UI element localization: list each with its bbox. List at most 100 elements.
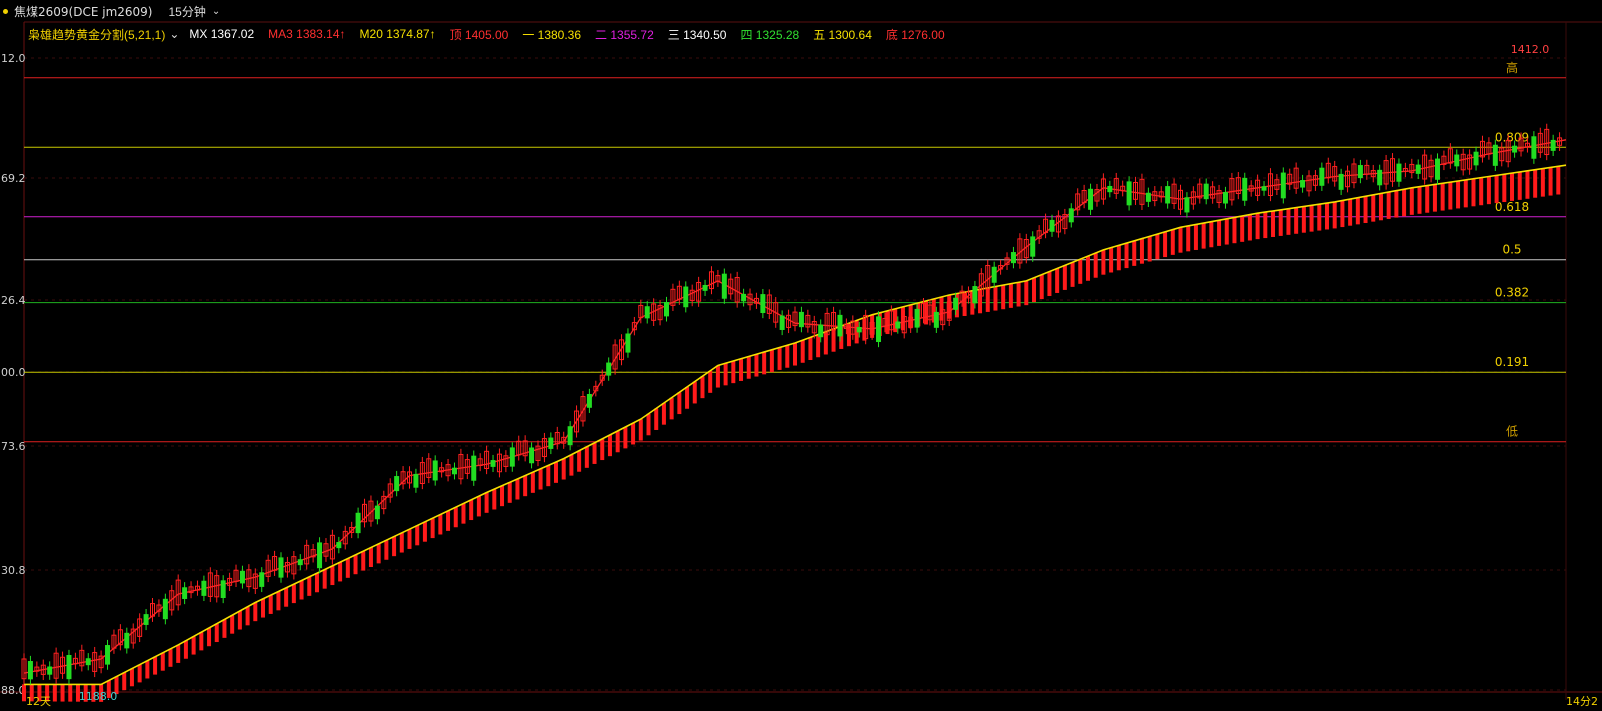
ribbon-bar <box>692 381 697 404</box>
ribbon-bar <box>1147 236 1152 262</box>
ribbon-bar <box>345 558 350 578</box>
ribbon-bar <box>384 540 389 560</box>
candle-body <box>1010 252 1016 264</box>
ribbon-bar <box>723 363 728 386</box>
ribbon-bar <box>1247 214 1252 241</box>
candle-body <box>336 542 342 549</box>
kline-chart[interactable]: 12.0 69.2 26.4 00.0 73.6 30.8 88.0 高 0.809 0.618 0… <box>0 0 1602 711</box>
candle-body <box>1550 139 1556 151</box>
ribbon-bar <box>577 450 582 472</box>
ribbon-bar <box>145 660 150 679</box>
candle-body <box>143 614 149 625</box>
ribbon-bar <box>1178 227 1183 253</box>
ribbon-bar <box>1432 184 1437 212</box>
ribbon-bar <box>623 427 628 449</box>
candle-body <box>1261 186 1267 191</box>
candle-body <box>1492 144 1498 166</box>
ribbon-bar <box>1170 229 1175 255</box>
candle-body <box>47 666 53 675</box>
ribbon-bar <box>207 627 212 647</box>
ribbon-bar <box>1032 277 1037 303</box>
ribbon-bar <box>1016 282 1021 307</box>
ribbon-bar <box>122 672 127 691</box>
ribbon-bar <box>52 684 57 702</box>
ribbon-bar <box>1548 167 1553 196</box>
ribbon-bar <box>507 482 512 503</box>
ribbon-bar <box>1409 187 1414 215</box>
candle-body <box>66 654 72 680</box>
bottom-right-label: 14分2 <box>1566 695 1598 708</box>
fib-level-label-4: 0.382 <box>1495 286 1529 300</box>
ribbon-bar <box>68 684 73 702</box>
candle-body <box>1280 172 1286 199</box>
ribbon-bar <box>492 489 497 510</box>
candle-body <box>1319 167 1325 186</box>
ribbon-bar <box>785 345 790 368</box>
ribbon-bar <box>731 361 736 384</box>
candle-body <box>953 297 959 310</box>
candle-body <box>1396 163 1402 182</box>
candle-body <box>1068 208 1074 223</box>
candle-body <box>991 266 997 283</box>
ribbon-bar <box>553 462 558 483</box>
candle-body <box>27 661 33 680</box>
ribbon-bar <box>1371 194 1376 222</box>
ribbon-bar <box>1456 181 1461 209</box>
ribbon-bar <box>153 656 158 675</box>
ribbon-bar <box>715 365 720 388</box>
ribbon-bar <box>569 454 574 476</box>
ribbon-bar <box>1139 238 1144 264</box>
low-price-label: 1188.0 <box>79 690 118 703</box>
candle-body <box>1030 236 1036 257</box>
ribbon-bar <box>1055 268 1060 293</box>
fib-level-label-3: 0.5 <box>1502 243 1521 257</box>
ribbon-bar <box>592 442 597 464</box>
ribbon-bar <box>168 648 173 667</box>
ribbon-bar <box>137 664 142 683</box>
ribbon-bar <box>176 644 181 663</box>
ribbon-bar <box>1101 249 1106 275</box>
candle-body <box>317 542 323 569</box>
ribbon-bar <box>1510 173 1515 201</box>
ribbon-bar <box>407 529 412 549</box>
ribbon-bar <box>183 640 188 659</box>
ribbon-bar <box>322 569 327 589</box>
ribbon-bar <box>1001 285 1006 310</box>
y-axis-label-5: 30.8 <box>1 564 26 577</box>
ribbon-bar <box>700 376 705 399</box>
ribbon-bar <box>638 419 643 441</box>
ribbon-bar <box>361 551 366 571</box>
ribbon-bar <box>438 514 443 535</box>
ribbon-bar <box>1448 182 1453 210</box>
fib-level-label-0: 高 <box>1506 60 1518 75</box>
ribbon-bar <box>214 623 219 643</box>
candle-body <box>162 598 168 620</box>
ribbon-bar <box>1417 186 1422 214</box>
ribbon-bar <box>392 536 397 557</box>
ribbon-bar <box>222 619 227 638</box>
ribbon-bar <box>399 532 404 553</box>
ribbon-bar <box>1024 280 1029 306</box>
candle-body <box>1454 154 1460 167</box>
ribbon-bar <box>129 668 134 687</box>
ribbon-bar <box>793 342 797 366</box>
candle-body <box>239 570 245 584</box>
ribbon-bar <box>1479 177 1484 206</box>
ribbon-bar <box>1132 240 1137 266</box>
ribbon-bar <box>1502 174 1507 203</box>
y-axis-label-4: 73.6 <box>1 440 26 453</box>
candle-body <box>1107 185 1113 193</box>
ribbon-bar <box>1324 203 1329 230</box>
y-axis-label-2: 26.4 <box>1 294 26 307</box>
ribbon-bar <box>561 458 566 480</box>
ribbon-bar <box>1463 179 1468 208</box>
ribbon-bar <box>1348 199 1353 226</box>
candle-body <box>1165 186 1171 204</box>
ribbon-bar <box>769 349 774 373</box>
candle-body <box>1049 219 1055 232</box>
ribbon-bar <box>60 684 65 702</box>
ribbon-bar <box>253 602 258 622</box>
candle-body <box>548 437 554 449</box>
ribbon-bar <box>777 347 782 370</box>
ribbon-bar <box>1486 176 1491 205</box>
